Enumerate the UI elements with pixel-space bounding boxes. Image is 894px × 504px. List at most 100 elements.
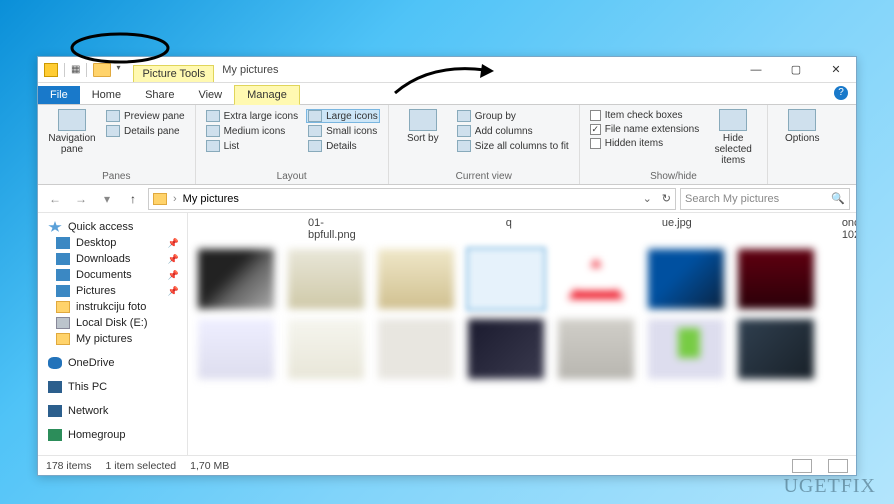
sidebar-quick-access[interactable]: Quick access [38, 219, 187, 235]
pictures-icon [56, 285, 70, 297]
recent-locations-button[interactable]: ▾ [96, 188, 118, 210]
status-bar: 178 items 1 item selected 1,70 MB [38, 455, 856, 475]
sidebar-onedrive[interactable]: OneDrive [38, 355, 187, 371]
qat-save-icon[interactable]: ▦ [71, 64, 80, 75]
file-name-label: ue.jpg [662, 217, 692, 241]
sidebar-network[interactable]: Network [38, 403, 187, 419]
title-bar: ▦ Picture Tools My pictures — ▢ ✕ [38, 57, 856, 83]
navigation-pane-icon [58, 109, 86, 131]
checkbox-icon [590, 110, 601, 121]
sidebar-item-localdisk[interactable]: Local Disk (E:) [38, 315, 187, 331]
group-icon [457, 110, 471, 122]
sidebar-item-pictures[interactable]: Pictures📌 [38, 283, 187, 299]
maximize-button[interactable]: ▢ [776, 57, 816, 83]
thumbnail[interactable] [288, 319, 364, 379]
thumbnail-selected[interactable] [468, 249, 544, 309]
pin-icon: 📌 [168, 254, 179, 265]
layout-large[interactable]: Large icons [306, 109, 380, 123]
back-button[interactable]: ← [44, 188, 66, 210]
qat-folder-dropdown[interactable] [93, 63, 111, 77]
size-columns-icon [457, 140, 471, 152]
thumbnail[interactable] [558, 319, 634, 379]
thumbnail-grid[interactable] [188, 243, 856, 455]
item-checkboxes-toggle[interactable]: Item check boxes [588, 109, 702, 122]
navigation-pane-button[interactable]: Navigation pane [46, 109, 98, 170]
thumbnail[interactable] [738, 249, 814, 309]
group-by-button[interactable]: Group by [455, 109, 571, 123]
sidebar-item-folder[interactable]: instrukciju foto [38, 299, 187, 315]
selection-count: 1 item selected [106, 460, 177, 472]
close-button[interactable]: ✕ [816, 57, 856, 83]
layout-details[interactable]: Details [306, 139, 380, 153]
contextual-tab-group: Picture Tools [133, 57, 214, 82]
view-thumbnails-button[interactable] [828, 459, 848, 473]
view-details-button[interactable] [792, 459, 812, 473]
tab-home[interactable]: Home [80, 86, 133, 104]
thumbnail[interactable] [558, 249, 634, 309]
size-columns-button[interactable]: Size all columns to fit [455, 139, 571, 153]
history-dropdown-icon[interactable]: ⌄ [643, 192, 652, 205]
hidden-items-toggle[interactable]: Hidden items [588, 137, 702, 150]
selection-size: 1,70 MB [190, 460, 229, 472]
thumbnail[interactable] [378, 249, 454, 309]
layout-medium[interactable]: Medium icons [204, 124, 300, 138]
thumbnail[interactable] [288, 249, 364, 309]
desktop-icon [56, 237, 70, 249]
preview-pane-button[interactable]: Preview pane [104, 109, 187, 123]
help-icon[interactable]: ? [834, 86, 848, 100]
star-icon [48, 221, 62, 233]
tab-share[interactable]: Share [133, 86, 186, 104]
details-pane-icon [106, 125, 120, 137]
checkbox-icon [590, 138, 601, 149]
sidebar-homegroup[interactable]: Homegroup [38, 427, 187, 443]
chevron-right-icon: › [173, 193, 177, 205]
forward-button[interactable]: → [70, 188, 92, 210]
thumbnail[interactable] [648, 319, 724, 379]
tab-view[interactable]: View [186, 86, 234, 104]
sidebar-item-downloads[interactable]: Downloads📌 [38, 251, 187, 267]
folder-icon [153, 193, 167, 205]
pin-icon: 📌 [168, 286, 179, 297]
sort-by-button[interactable]: Sort by [397, 109, 449, 170]
ribbon-group-options: Options [768, 105, 836, 184]
sidebar-item-desktop[interactable]: Desktop📌 [38, 235, 187, 251]
layout-small[interactable]: Small icons [306, 124, 380, 138]
search-icon: 🔍 [831, 192, 845, 205]
options-button[interactable]: Options [776, 109, 828, 170]
thumbnail[interactable] [198, 249, 274, 309]
hide-selected-button[interactable]: Hide selected items [707, 109, 759, 170]
layout-extra-large[interactable]: Extra large icons [204, 109, 300, 123]
ribbon: Navigation pane Preview pane Details pan… [38, 105, 856, 185]
breadcrumb-item[interactable]: My pictures [183, 193, 239, 205]
folder-icon [56, 301, 70, 313]
tab-manage[interactable]: Manage [234, 85, 300, 105]
breadcrumb[interactable]: › My pictures ⌄ ↻ [148, 188, 676, 210]
thumbnail[interactable] [198, 319, 274, 379]
thumbnail[interactable] [648, 249, 724, 309]
up-button[interactable]: ↑ [122, 188, 144, 210]
documents-icon [56, 269, 70, 281]
folder-icon [44, 63, 58, 77]
search-input[interactable]: Search My pictures 🔍 [680, 188, 850, 210]
refresh-icon[interactable]: ↻ [662, 192, 671, 205]
sidebar-item-mypictures[interactable]: My pictures [38, 331, 187, 347]
sidebar-this-pc[interactable]: This PC [38, 379, 187, 395]
add-columns-button[interactable]: Add columns [455, 124, 571, 138]
onedrive-icon [48, 357, 62, 369]
address-bar: ← → ▾ ↑ › My pictures ⌄ ↻ Search My pict… [38, 185, 856, 213]
details-pane-button[interactable]: Details pane [104, 124, 187, 138]
options-icon [788, 109, 816, 131]
thumbnail[interactable] [468, 319, 544, 379]
thumbnail[interactable] [378, 319, 454, 379]
folder-icon [56, 333, 70, 345]
layout-list[interactable]: List [204, 139, 300, 153]
window-title: My pictures [222, 64, 278, 76]
sidebar-item-documents[interactable]: Documents📌 [38, 267, 187, 283]
thumbnail[interactable] [738, 319, 814, 379]
file-extensions-toggle[interactable]: File name extensions [588, 123, 702, 136]
minimize-button[interactable]: — [736, 57, 776, 83]
tab-file[interactable]: File [38, 86, 80, 104]
explorer-body: Quick access Desktop📌 Downloads📌 Documen… [38, 213, 856, 455]
quick-access-toolbar: ▦ [38, 63, 111, 77]
navigation-pane: Quick access Desktop📌 Downloads📌 Documen… [38, 213, 188, 455]
